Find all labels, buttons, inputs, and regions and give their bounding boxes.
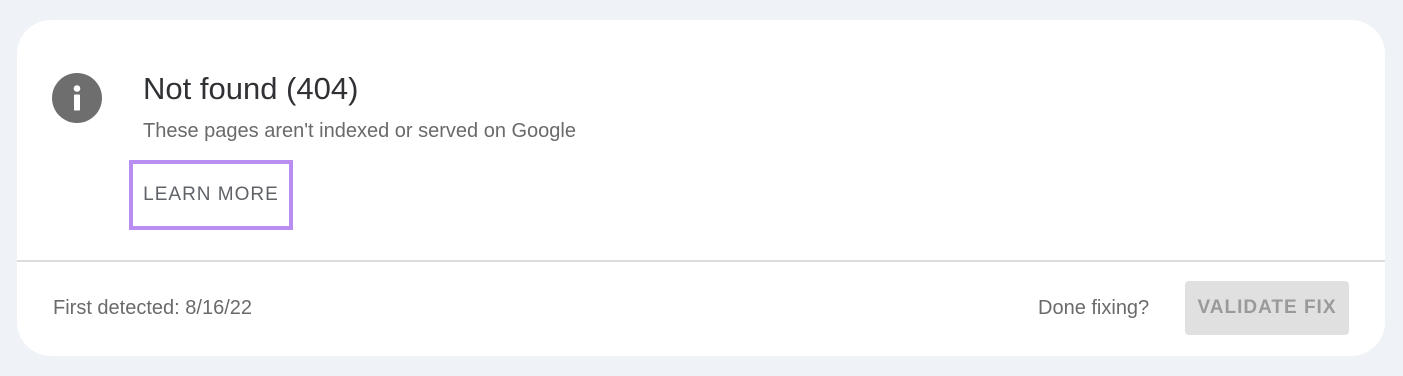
issue-description: These pages aren't indexed or served on … [143, 120, 576, 142]
issue-title: Not found (404) [143, 71, 359, 106]
validate-fix-button[interactable]: VALIDATE FIX [1185, 281, 1349, 335]
info-icon [52, 73, 102, 123]
first-detected-text: First detected: 8/16/22 [53, 297, 253, 319]
learn-more-button[interactable]: LEARN MORE [129, 160, 293, 230]
issue-card: Not found (404) These pages aren't index… [17, 20, 1385, 356]
divider [17, 260, 1385, 262]
done-fixing-label: Done fixing? [1038, 297, 1150, 319]
